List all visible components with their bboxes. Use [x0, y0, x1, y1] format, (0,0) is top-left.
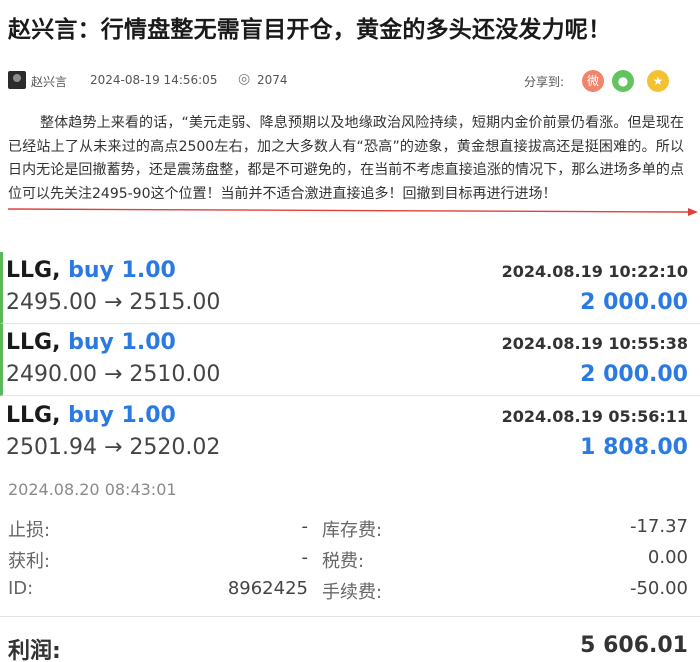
swap-value: -17.37: [629, 516, 688, 537]
detail-row: 获利: - 税费: 0.00: [0, 543, 700, 573]
trade-profit: 2 000.00: [580, 362, 688, 387]
trade-prices: 2490.00 → 2510.00: [6, 362, 221, 387]
trade-symbol: LLG, buy 1.00: [6, 403, 176, 428]
wechat-icon[interactable]: ●: [612, 70, 634, 92]
trade-row[interactable]: LLG, buy 1.00 2024.08.19 05:56:11 2501.9…: [0, 397, 700, 469]
trade-symbol: LLG, buy 1.00: [6, 258, 176, 283]
trade-side: buy 1.00: [68, 403, 176, 428]
trade-row[interactable]: LLG, buy 1.00 2024.08.19 10:22:10 2495.0…: [0, 252, 700, 324]
close-time: 2024.08.20 08:43:01: [8, 480, 177, 499]
stop-loss-value: -: [301, 516, 309, 537]
trade-time: 2024.08.19 10:22:10: [501, 262, 688, 281]
trade-side: buy 1.00: [68, 330, 176, 355]
detail-row: ID: 8962425 手续费: -50.00: [0, 574, 700, 604]
divider: [0, 616, 700, 617]
tax-value: 0.00: [647, 547, 688, 568]
commission-label: 手续费:: [322, 582, 383, 603]
publish-date: 2024-08-19 14:56:05: [90, 73, 218, 87]
view-count: 2074: [257, 73, 288, 87]
annotation-underline: [8, 208, 698, 216]
trade-prices: 2501.94 → 2520.02: [6, 435, 221, 460]
author-avatar[interactable]: [8, 71, 26, 89]
trade-time: 2024.08.19 05:56:11: [501, 407, 688, 426]
trade-symbol: LLG, buy 1.00: [6, 330, 176, 355]
trade-time: 2024.08.19 10:55:38: [501, 334, 688, 353]
tax-label: 税费:: [322, 551, 365, 572]
author-name[interactable]: 赵兴言: [31, 73, 67, 90]
trade-side: buy 1.00: [68, 258, 176, 283]
article-body: 整体趋势上来看的话，“美元走弱、降息预期以及地缘政治风险持续，短期内金价前景仍看…: [8, 115, 684, 202]
eye-icon: ◎: [238, 71, 251, 87]
swap-label: 库存费:: [322, 520, 383, 541]
take-profit-label: 获利:: [8, 551, 51, 572]
article-title: 赵兴言：行情盘整无需盲目开仓，黄金的多头还没发力呢！: [8, 17, 612, 43]
take-profit-value: -: [301, 547, 309, 568]
article-meta: 赵兴言 2024-08-19 14:56:05 ◎ 2074 分享到: 微 ● …: [8, 70, 698, 92]
trade-profit: 1 808.00: [580, 435, 688, 460]
id-value: 8962425: [227, 578, 308, 599]
id-label: ID:: [8, 578, 34, 599]
trade-profit: 2 000.00: [580, 290, 688, 315]
star-icon[interactable]: ★: [647, 70, 669, 92]
total-profit-label: 利润:: [8, 639, 61, 662]
trade-prices: 2495.00 → 2515.00: [6, 290, 221, 315]
total-profit-value: 5 606.01: [580, 633, 688, 658]
trade-row[interactable]: LLG, buy 1.00 2024.08.19 10:55:38 2490.0…: [0, 324, 700, 396]
detail-row: 止损: - 库存费: -17.37: [0, 512, 700, 542]
share-label: 分享到:: [524, 75, 565, 89]
commission-value: -50.00: [629, 578, 688, 599]
stop-loss-label: 止损:: [8, 520, 51, 541]
weibo-icon[interactable]: 微: [582, 70, 604, 92]
